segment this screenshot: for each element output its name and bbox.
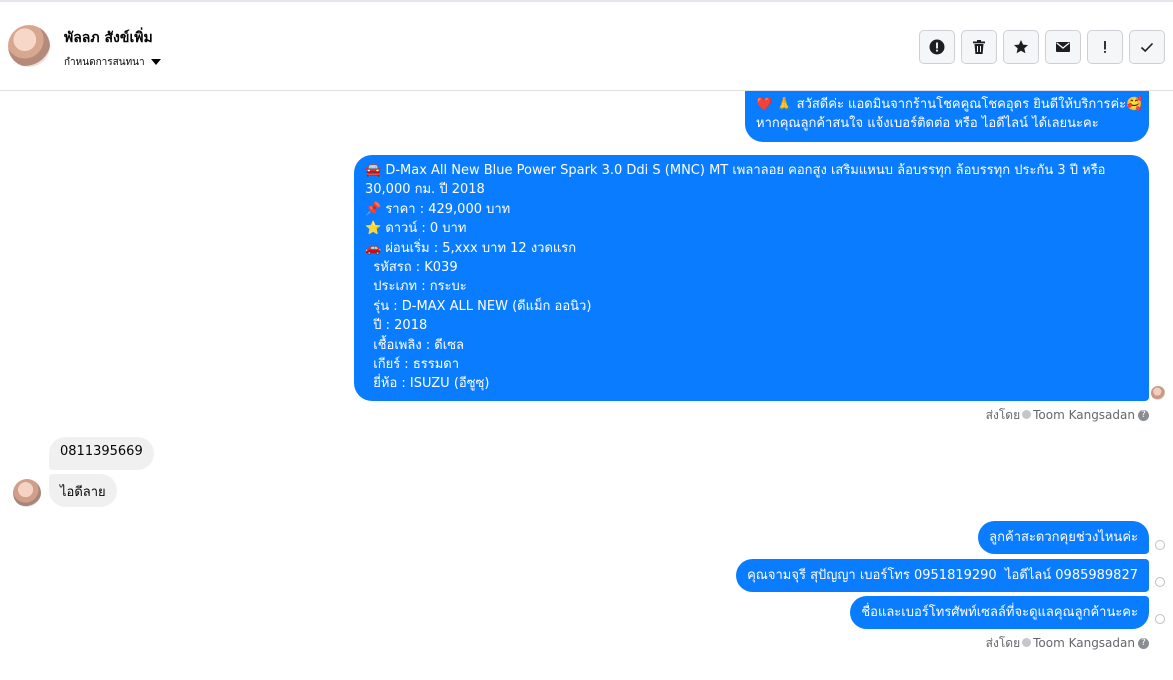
message-text: 0811395669 — [60, 444, 143, 459]
incoming-message-phone[interactable]: 0811395669 — [49, 437, 154, 470]
sent-by-prefix: ส่งโดย — [985, 636, 1021, 650]
header-actions — [919, 30, 1165, 64]
sender-name[interactable]: Toom Kangsadan — [1033, 408, 1135, 422]
star-icon — [1014, 40, 1028, 54]
customer-avatar[interactable] — [13, 479, 41, 507]
exclamation-icon — [1104, 41, 1106, 53]
help-icon[interactable]: ? — [1138, 410, 1149, 421]
message-text-line: เกียร์ : ธรรมดา — [365, 357, 460, 373]
caret-down-icon — [150, 59, 161, 65]
message-text-line: ❤️ 🙏 สวัสดีค่ะ แอดมินจากร้านโชคคูณโชคอุด… — [756, 97, 1143, 112]
incoming-message-line-id[interactable]: ไอดีลาย — [49, 474, 117, 507]
sent-status-icon — [1155, 577, 1165, 587]
check-icon — [1140, 42, 1154, 53]
alert-circle-icon — [929, 39, 945, 55]
message-text-line: ยี่ห้อ : ISUZU (อีซูซุ) — [365, 376, 490, 392]
conversation-settings-dropdown[interactable]: กำหนดการสนทนา — [64, 55, 161, 70]
message-text-line: ปี : 2018 — [365, 318, 428, 334]
outgoing-message-listing[interactable]: 🚘 D-Max All New Blue Power Spark 3.0 Ddi… — [354, 155, 1149, 401]
message-text-line: หากคุณลูกค้าสนใจ แจ้งเบอร์ติดต่อ หรือ ไอ… — [756, 116, 1099, 132]
message-text-line: 🚗 ผ่อนเริ่ม : 5,xxx บาท 12 งวดแรก — [365, 240, 577, 256]
message-text-line: ⭐ ดาวน์ : 0 บาท — [365, 221, 467, 237]
sent-status-icon — [1155, 614, 1165, 624]
sender-status-icon — [1022, 410, 1032, 419]
message-text-line: รุ่น : D-MAX ALL NEW (ดีแม็ก ออนิว) — [365, 298, 592, 314]
message-text-line: 30,000 กม. ปี 2018 — [365, 182, 485, 198]
contact-avatar[interactable] — [8, 25, 50, 67]
sent-by-prefix: ส่งโดย — [985, 408, 1021, 422]
message-text-line: 🚘 D-Max All New Blue Power Spark 3.0 Ddi… — [365, 163, 1106, 178]
outgoing-message-greeting[interactable]: ❤️ 🙏 สวัสดีค่ะ แอดมินจากร้านโชคคูณโชคอุด… — [745, 91, 1149, 142]
sender-status-icon — [1022, 638, 1032, 647]
message-text-line: 📌 ราคา : 429,000 บาท — [365, 201, 511, 217]
mark-spam-button[interactable] — [919, 30, 955, 64]
message-text-line: ประเภท : กระบะ — [365, 279, 467, 295]
delete-button[interactable] — [961, 30, 997, 64]
sent-by-label: ส่งโดย Toom Kangsadan? — [986, 634, 1149, 653]
message-text: คุณจามจุรี สุปัญญา เบอร์โทร 0951819290 ไ… — [747, 568, 1138, 583]
flag-button[interactable] — [1087, 30, 1123, 64]
sender-name[interactable]: Toom Kangsadan — [1033, 636, 1135, 650]
message-text: ลูกค้าสะดวกคุยช่วงไหนค่ะ — [989, 530, 1138, 545]
message-text: ไอดีลาย — [60, 485, 106, 500]
outgoing-message-reply-2[interactable]: คุณจามจุรี สุปัญญา เบอร์โทร 0951819290 ไ… — [736, 559, 1149, 592]
outgoing-message-reply-3[interactable]: ชื่อและเบอร์โทรศัพท์เซลล์ที่จะดูแลคุณลูก… — [850, 596, 1149, 629]
top-divider — [0, 0, 1173, 2]
contact-name[interactable]: พัลลภ สังข์เพิ่ม — [64, 27, 153, 49]
mark-unread-button[interactable] — [1045, 30, 1081, 64]
conversation-header: พัลลภ สังข์เพิ่ม กำหนดการสนทนา — [0, 3, 1173, 91]
mark-done-button[interactable] — [1129, 30, 1165, 64]
envelope-icon — [1056, 42, 1070, 52]
sent-by-label: ส่งโดย Toom Kangsadan? — [986, 406, 1149, 425]
message-text-line: รหัสรถ : K039 — [365, 260, 458, 276]
trash-icon — [973, 40, 985, 54]
conversation-settings-label: กำหนดการสนทนา — [64, 57, 145, 68]
message-text-line: เชื้อเพลิง : ดีเซล — [365, 337, 464, 353]
sent-status-icon — [1155, 540, 1165, 550]
message-text: ชื่อและเบอร์โทรศัพท์เซลล์ที่จะดูแลคุณลูก… — [861, 605, 1138, 620]
seen-by-avatar — [1151, 386, 1165, 400]
outgoing-message-reply-1[interactable]: ลูกค้าสะดวกคุยช่วงไหนค่ะ — [978, 521, 1149, 554]
star-button[interactable] — [1003, 30, 1039, 64]
help-icon[interactable]: ? — [1138, 638, 1149, 649]
